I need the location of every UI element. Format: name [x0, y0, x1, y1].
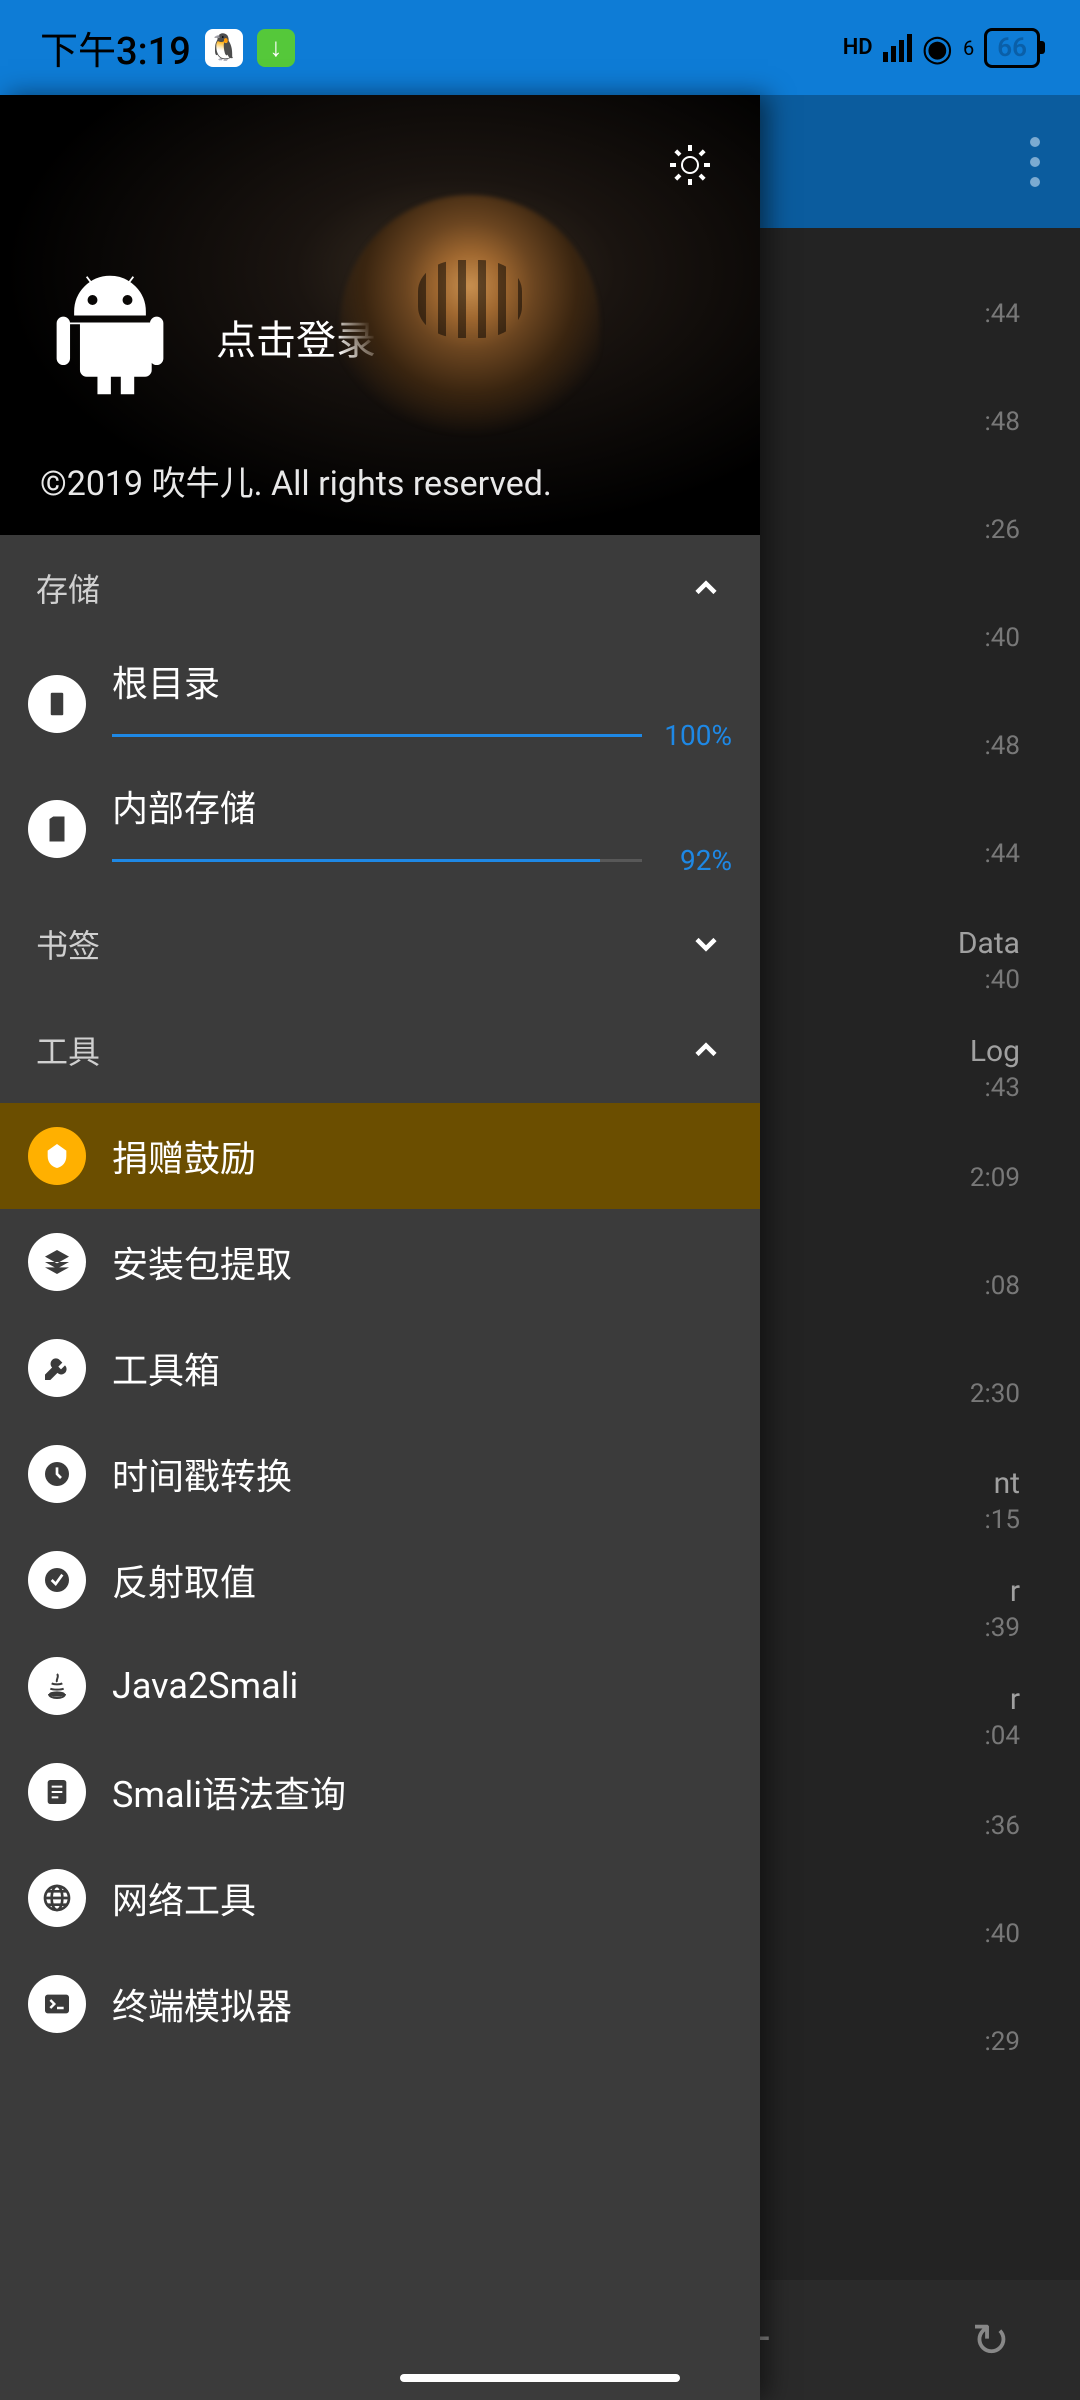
section-header-bookmarks[interactable]: 书签 — [0, 891, 760, 997]
tool-label: Java2Smali — [112, 1665, 298, 1707]
file-name: Data — [958, 926, 1020, 961]
status-bar: 下午3:19 🐧 ↓ HD ◉ 6 66 — [0, 0, 1080, 95]
battery-indicator: 66 — [984, 28, 1040, 68]
wifi-icon: ◉ — [922, 30, 953, 66]
header-background-image — [340, 195, 600, 455]
tool-item-reflect[interactable]: 反射取值 — [0, 1527, 760, 1633]
file-time: :08 — [984, 1271, 1020, 1301]
storage-item-root[interactable]: 根目录 100% — [0, 641, 760, 766]
doc-icon — [28, 1763, 86, 1821]
file-name: r — [1010, 1574, 1020, 1609]
chevron-up-icon — [688, 1032, 724, 1068]
tool-label: 捐赠鼓励 — [112, 1130, 256, 1182]
reflect-icon — [28, 1551, 86, 1609]
donate-icon — [28, 1127, 86, 1185]
file-time: 2:30 — [970, 1379, 1020, 1409]
progress-percent: 100% — [652, 719, 732, 752]
overflow-menu-button[interactable] — [1030, 137, 1040, 187]
tool-label: 网络工具 — [112, 1872, 256, 1924]
terminal-icon — [28, 1975, 86, 2033]
refresh-icon[interactable]: ↻ — [971, 2313, 1010, 2368]
tool-label: 时间戳转换 — [112, 1448, 292, 1500]
file-time: :39 — [984, 1613, 1020, 1643]
file-time: :36 — [984, 1811, 1020, 1841]
section-title: 书签 — [36, 921, 100, 967]
file-name: r — [1010, 1682, 1020, 1717]
java-icon — [28, 1657, 86, 1715]
chevron-up-icon — [688, 570, 724, 606]
tool-label: 工具箱 — [112, 1342, 220, 1394]
section-title: 存储 — [36, 565, 100, 611]
tool-item-terminal[interactable]: 终端模拟器 — [0, 1951, 760, 2057]
file-name: nt — [994, 1466, 1020, 1501]
tool-item-wrench[interactable]: 工具箱 — [0, 1315, 760, 1421]
file-time: :04 — [984, 1721, 1020, 1751]
file-time: :15 — [984, 1505, 1020, 1535]
storage-label: 根目录 — [112, 655, 732, 707]
tool-item-donate[interactable]: 捐赠鼓励 — [0, 1103, 760, 1209]
tool-label: 安装包提取 — [112, 1236, 292, 1288]
layers-icon — [28, 1233, 86, 1291]
file-time: :44 — [984, 299, 1020, 329]
wifi-band: 6 — [963, 36, 974, 60]
wrench-icon — [28, 1339, 86, 1397]
section-header-tools[interactable]: 工具 — [0, 997, 760, 1103]
tool-item-doc[interactable]: Smali语法查询 — [0, 1739, 760, 1845]
tool-label: 终端模拟器 — [112, 1978, 292, 2030]
android-avatar-icon — [40, 265, 180, 409]
progress-bar — [112, 859, 642, 862]
storage-label: 内部存储 — [112, 780, 732, 832]
section-header-storage[interactable]: 存储 — [0, 535, 760, 641]
status-time: 下午3:19 — [40, 20, 191, 75]
file-name: Log — [970, 1034, 1020, 1069]
file-time: :44 — [984, 839, 1020, 869]
tool-item-java[interactable]: Java2Smali — [0, 1633, 760, 1739]
drawer-header: 点击登录 ©2019 吹牛儿. All rights reserved. — [0, 95, 760, 535]
chevron-down-icon — [688, 926, 724, 962]
file-time: :48 — [984, 731, 1020, 761]
copyright-text: ©2019 吹牛儿. All rights reserved. — [40, 456, 552, 505]
progress-percent: 92% — [652, 844, 732, 877]
file-time: :40 — [984, 1919, 1020, 1949]
home-indicator[interactable] — [400, 2374, 680, 2382]
download-app-icon: ↓ — [257, 29, 295, 67]
file-time: :26 — [984, 515, 1020, 545]
tool-label: 反射取值 — [112, 1554, 256, 1606]
globe-icon — [28, 1869, 86, 1927]
theme-toggle-button[interactable] — [660, 135, 720, 195]
file-time: :29 — [984, 2027, 1020, 2057]
tool-item-globe[interactable]: 网络工具 — [0, 1845, 760, 1951]
tool-item-layers[interactable]: 安装包提取 — [0, 1209, 760, 1315]
section-title: 工具 — [36, 1027, 100, 1073]
file-time: :43 — [984, 1073, 1020, 1103]
phone-icon — [28, 675, 86, 733]
file-time: :40 — [984, 965, 1020, 995]
signal-bars-icon — [883, 34, 912, 62]
tool-item-clock[interactable]: 时间戳转换 — [0, 1421, 760, 1527]
clock-icon — [28, 1445, 86, 1503]
sdcard-icon — [28, 800, 86, 858]
hd-indicator: HD — [843, 35, 873, 60]
navigation-drawer: 点击登录 ©2019 吹牛儿. All rights reserved. 存储 … — [0, 95, 760, 2400]
file-time: 2:09 — [970, 1163, 1020, 1193]
file-time: :40 — [984, 623, 1020, 653]
qq-app-icon: 🐧 — [205, 29, 243, 67]
file-time: :48 — [984, 407, 1020, 437]
progress-bar — [112, 734, 642, 737]
storage-item-internal[interactable]: 内部存储 92% — [0, 766, 760, 891]
tool-label: Smali语法查询 — [112, 1766, 346, 1818]
